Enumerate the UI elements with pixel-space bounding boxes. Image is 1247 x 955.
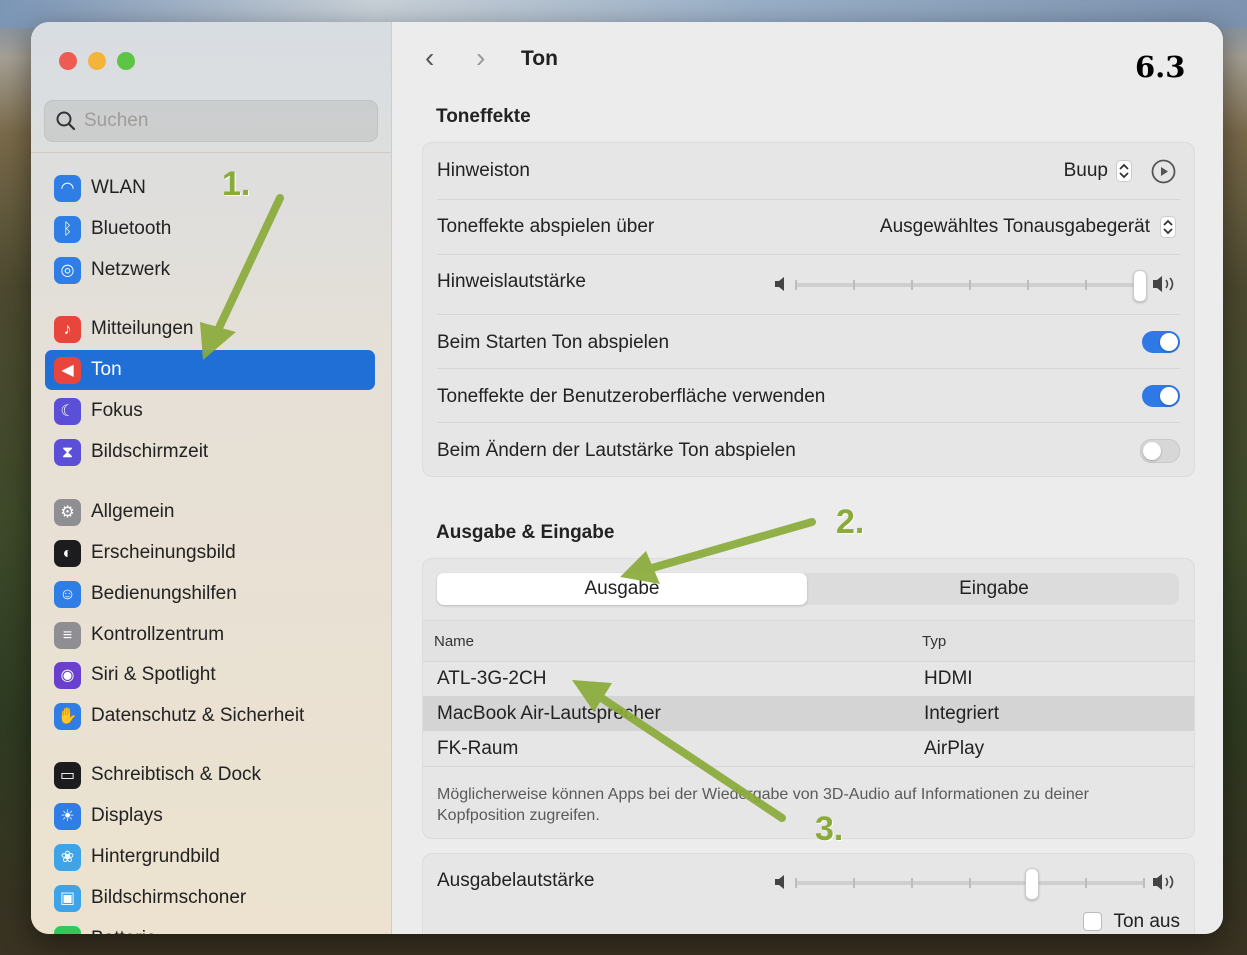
annotation-arrows [200, 194, 816, 822]
arrow-head-step-3 [572, 680, 612, 712]
arrow-head-step-1 [200, 322, 236, 360]
arrow-step-1 [214, 194, 284, 334]
arrow-step-3 [596, 693, 786, 822]
arrow-step-2 [648, 518, 816, 572]
